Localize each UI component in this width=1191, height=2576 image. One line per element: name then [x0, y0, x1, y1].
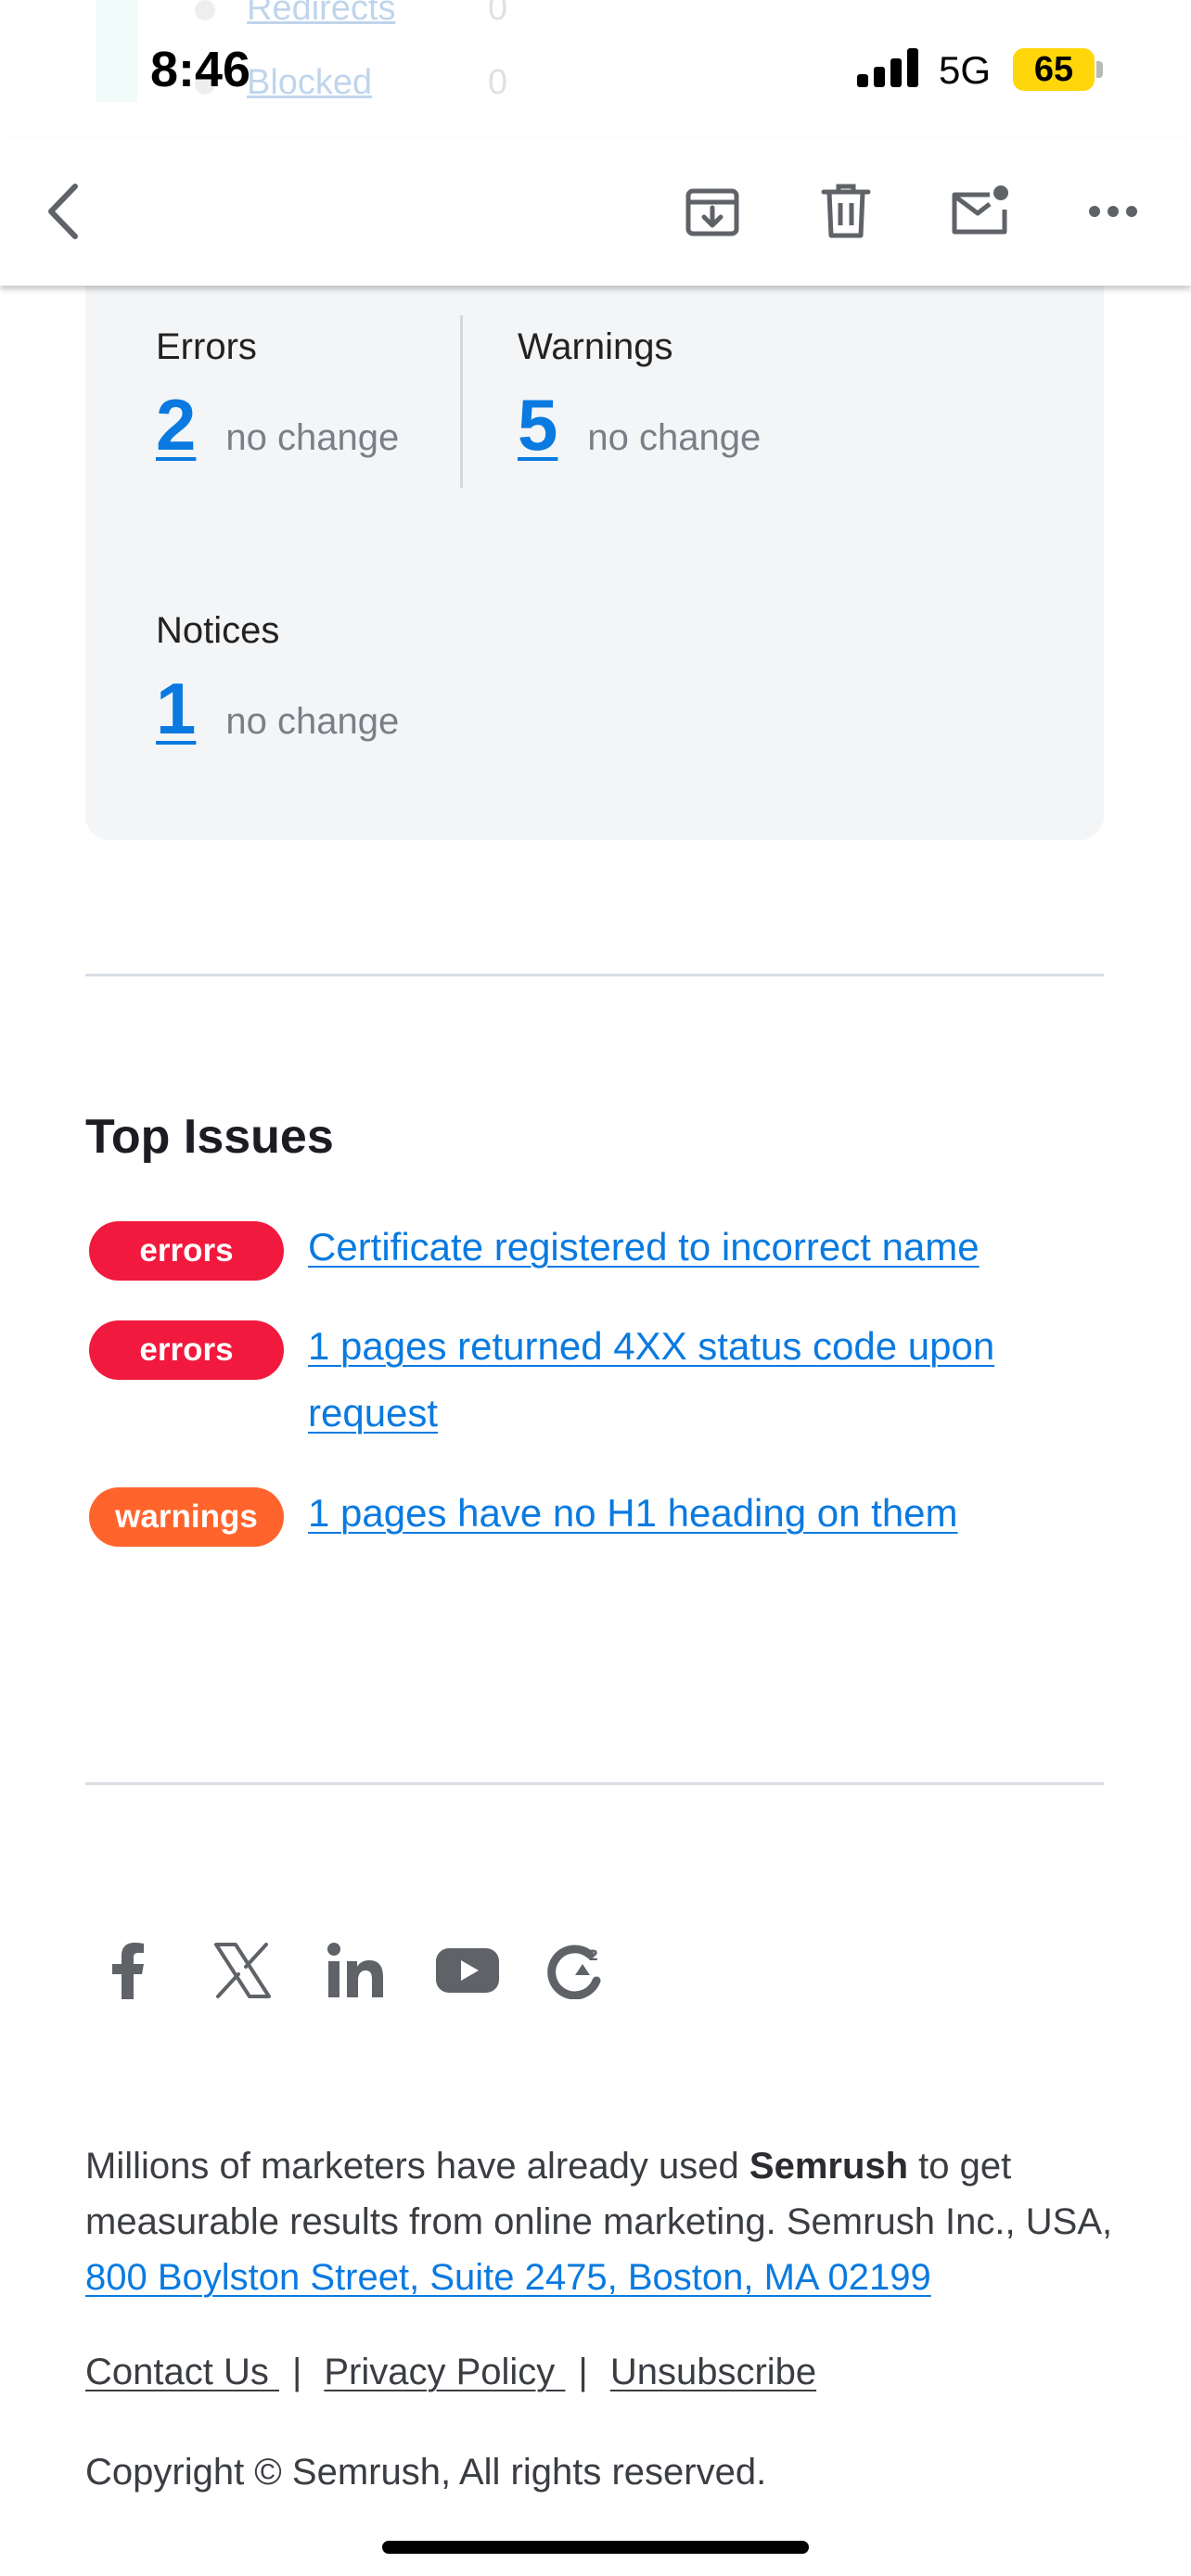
battery-icon: 65 — [1013, 48, 1095, 91]
delete-button[interactable] — [811, 176, 881, 247]
youtube-link[interactable] — [419, 1929, 531, 2012]
battery-cap — [1096, 61, 1103, 78]
issue-badge-errors: errors — [89, 1320, 284, 1380]
mail-unread-icon — [952, 185, 1008, 235]
footer-text: Millions of marketers have already used … — [85, 2138, 1115, 2305]
errors-count-link[interactable]: 2 — [156, 388, 196, 462]
warnings-count-link[interactable]: 5 — [518, 388, 557, 462]
g2-icon: 2 — [547, 1945, 601, 1999]
status-time: 8:46 — [150, 42, 251, 97]
link-separator: | — [291, 2352, 302, 2392]
home-indicator — [382, 2541, 809, 2554]
x-icon — [214, 1943, 271, 1998]
linkedin-link[interactable] — [308, 1929, 419, 2012]
notices-count-link[interactable]: 1 — [156, 671, 196, 746]
privacy-policy-link[interactable]: Privacy Policy — [324, 2352, 565, 2392]
section-divider — [85, 974, 1104, 976]
archive-icon — [685, 188, 739, 236]
top-issues-title: Top Issues — [85, 1110, 334, 1164]
stat-label-errors: Errors — [156, 326, 257, 367]
warnings-change: no change — [587, 417, 762, 458]
social-links: 2 — [85, 1929, 642, 2012]
more-icon — [1089, 206, 1137, 217]
mark-unread-button[interactable] — [944, 176, 1015, 247]
footer-links: Contact Us | Privacy Policy | Unsubscribe — [85, 2352, 816, 2393]
mail-toolbar — [0, 139, 1191, 286]
address-link[interactable]: 800 Boylston Street, Suite 2475, Boston,… — [85, 2257, 931, 2298]
issue-link[interactable]: Certificate registered to incorrect name — [308, 1214, 1106, 1281]
x-link[interactable] — [197, 1929, 308, 2012]
peek-dot — [195, 0, 215, 20]
facebook-icon — [112, 1943, 144, 1999]
facebook-link[interactable] — [85, 1929, 197, 2012]
peek-value-redirects: 0 — [488, 0, 508, 28]
issue-link[interactable]: 1 pages have no H1 heading on them — [308, 1480, 1106, 1547]
stat-warnings: Warnings 5 no change — [518, 325, 761, 462]
svg-text:2: 2 — [588, 1946, 598, 1964]
errors-change: no change — [225, 417, 400, 458]
back-button[interactable] — [28, 176, 98, 247]
stat-divider — [460, 315, 463, 488]
stat-label-warnings: Warnings — [518, 326, 673, 367]
battery-level: 65 — [1033, 49, 1074, 89]
stat-label-notices: Notices — [156, 610, 280, 651]
stat-row: 2 no change — [156, 388, 399, 462]
peek-link-redirects: Redirects — [247, 0, 396, 28]
archive-button[interactable] — [677, 176, 748, 247]
stat-row: 5 no change — [518, 388, 761, 462]
stat-row: 1 no change — [156, 671, 399, 746]
stats-card: Errors 2 no change Warnings 5 no change … — [85, 241, 1104, 840]
section-divider — [85, 1782, 1104, 1785]
issue-badge-errors: errors — [89, 1221, 284, 1281]
g2-link[interactable]: 2 — [531, 1929, 642, 2012]
linkedin-icon — [327, 1943, 383, 1997]
peek-bar — [96, 0, 137, 102]
stat-notices: Notices 1 no change — [156, 608, 399, 746]
notices-change: no change — [225, 701, 400, 742]
cellular-signal-icon — [857, 48, 920, 87]
footer-brand: Semrush — [749, 2146, 909, 2187]
unsubscribe-link[interactable]: Unsubscribe — [610, 2352, 816, 2392]
copyright: Copyright © Semrush, All rights reserved… — [85, 2452, 767, 2493]
issue-badge-warnings: warnings — [89, 1487, 284, 1547]
status-bar: Redirects 0 Blocked 0 8:46 5G 65 — [0, 0, 1191, 139]
more-button[interactable] — [1078, 176, 1148, 247]
back-chevron-icon — [48, 184, 78, 239]
link-separator: | — [578, 2352, 588, 2392]
stat-errors: Errors 2 no change — [156, 325, 399, 462]
peek-link-blocked: Blocked — [247, 63, 373, 102]
trash-icon — [821, 184, 871, 238]
network-type: 5G — [939, 48, 992, 92]
issue-link[interactable]: 1 pages returned 4XX status code upon re… — [308, 1313, 1106, 1447]
youtube-icon — [436, 1948, 499, 1993]
peek-value-blocked: 0 — [488, 63, 508, 102]
footer-text-lead: Millions of marketers have already used — [85, 2146, 749, 2187]
contact-us-link[interactable]: Contact Us — [85, 2352, 279, 2392]
